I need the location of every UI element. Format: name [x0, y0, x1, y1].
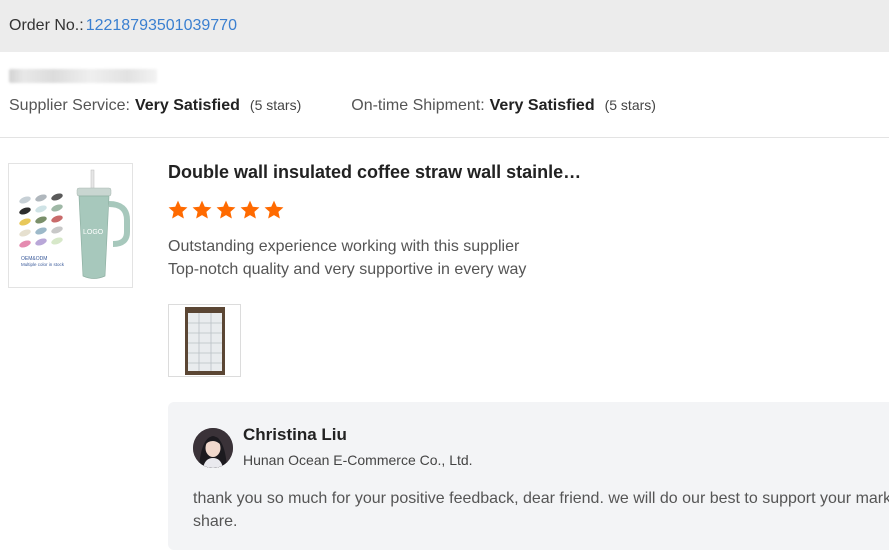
order-label: Order No.:	[9, 17, 84, 34]
reply-author-name: Christina Liu	[243, 425, 347, 444]
on-time-shipment-value: Very Satisfied	[489, 97, 595, 114]
supplier-ratings: Supplier Service: Very Satisfied (5 star…	[9, 97, 656, 115]
boxes-photo	[169, 305, 240, 376]
supplier-service-value: Very Satisfied	[134, 97, 240, 114]
supplier-service-label: Supplier Service:	[9, 97, 130, 114]
svg-text:LOGO: LOGO	[83, 229, 104, 236]
svg-text:Multiple color in stock: Multiple color in stock	[21, 262, 65, 267]
blurred-buyer-name	[9, 69, 157, 83]
review-comment: Outstanding experience working with this…	[168, 235, 526, 281]
order-header: Order No.: 12218793501039770	[0, 0, 889, 52]
user-avatar-icon	[193, 428, 233, 468]
on-time-shipment-stars: (5 stars)	[604, 97, 656, 113]
supplier-service-stars: (5 stars)	[249, 97, 302, 113]
supplier-reply: Christina Liu Hunan Ocean E-Commerce Co.…	[168, 402, 889, 550]
star-icon	[216, 200, 236, 219]
avatar	[193, 428, 233, 468]
star-icon	[264, 200, 284, 219]
review-line: Top-notch quality and very supportive in…	[168, 261, 527, 278]
star-icon	[240, 200, 260, 219]
review-photo[interactable]	[168, 304, 241, 377]
reply-message: thank you so much for your positive feed…	[193, 490, 889, 530]
product-title-link[interactable]: Double wall insulated coffee straw wall …	[168, 162, 581, 183]
star-icon	[168, 200, 188, 219]
supplier-service-rating: Supplier Service: Very Satisfied (5 star…	[9, 97, 301, 115]
order-number-link[interactable]: 12218793501039770	[86, 17, 237, 35]
product-image[interactable]: LOGO OEM&ODM Multiple color in stock	[8, 163, 133, 288]
on-time-shipment-label: On-time Shipment:	[351, 97, 485, 114]
section-divider	[0, 137, 889, 138]
star-icon	[192, 200, 212, 219]
review-star-rating	[167, 199, 285, 221]
on-time-shipment-rating: On-time Shipment: Very Satisfied (5 star…	[351, 97, 656, 115]
reply-company-name: Hunan Ocean E-Commerce Co., Ltd.	[243, 452, 473, 468]
review-line: Outstanding experience working with this…	[168, 238, 520, 255]
tumbler-image: LOGO OEM&ODM Multiple color in stock	[9, 164, 132, 287]
